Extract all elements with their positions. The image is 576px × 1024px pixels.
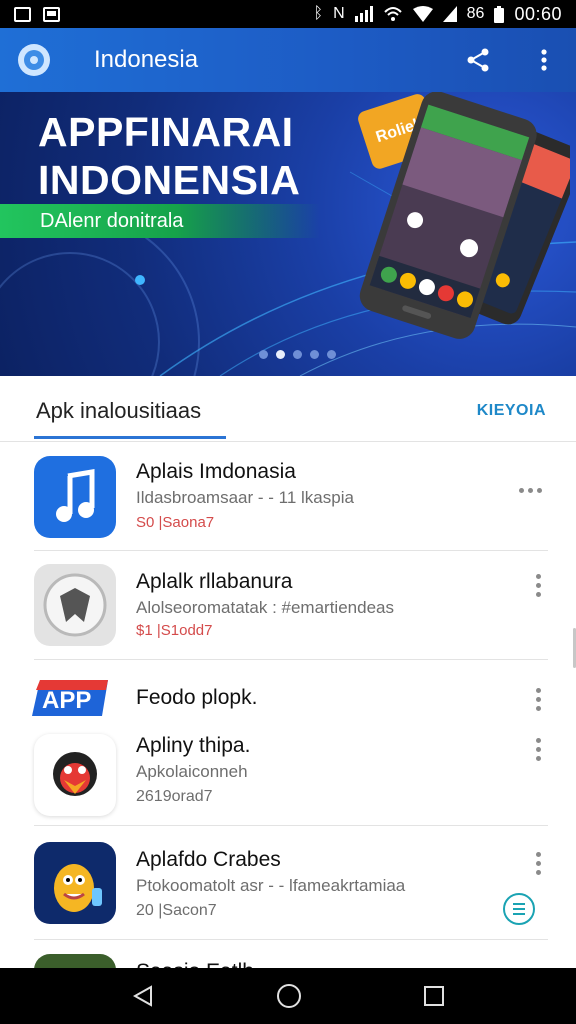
screenshot-notification-icon	[14, 6, 31, 22]
list-item[interactable]: Aplalk rllabanura Alolseoromatatak : #em…	[0, 552, 576, 660]
compass-logo-icon[interactable]	[18, 44, 50, 76]
more-vert-icon[interactable]	[532, 738, 544, 761]
app-meta: S0 |Saona7	[136, 514, 215, 531]
cell-signal-icon	[442, 6, 457, 22]
more-vert-icon[interactable]	[532, 852, 544, 875]
more-vert-icon	[541, 49, 547, 71]
list-item[interactable]: Aplafdo Crabes Ptokoomatolt asr - - lfam…	[0, 826, 576, 940]
app-name: Aplais Imdonasia	[136, 460, 296, 483]
image-notification-icon	[43, 6, 60, 22]
list-item[interactable]: Saasio Eatlh	[0, 940, 576, 968]
banner-title-line2: INDONENSIA	[38, 157, 301, 203]
bluetooth-icon: ᛒ	[313, 5, 324, 22]
list-item[interactable]: Aplais Imdonasia Ildasbroamsaar - - 11 l…	[0, 442, 576, 552]
app-subtitle: Apkolaiconneh	[136, 762, 248, 781]
banner-strip: DAlenr donitrala	[0, 204, 320, 238]
carousel-dot[interactable]	[309, 350, 319, 359]
section-action-link[interactable]: KIEYOIA	[477, 402, 546, 420]
recent-square-icon[interactable]	[423, 985, 445, 1007]
clock: 00:60	[514, 3, 562, 24]
more-horiz-icon[interactable]	[519, 488, 542, 493]
app-name: Saasio Eatlh	[136, 960, 254, 968]
app-subtitle: Ildasbroamsaar - - 11 lkaspia	[136, 488, 354, 507]
app-icon	[34, 954, 116, 968]
share-button[interactable]	[464, 46, 492, 74]
app-name: Apliny thipa.	[136, 734, 251, 757]
more-vert-icon[interactable]	[532, 688, 544, 711]
carousel-dot-active[interactable]	[275, 350, 285, 359]
network-label: 86	[466, 5, 485, 22]
signal-bars-icon	[354, 6, 373, 22]
app-bar: Indonesia	[0, 28, 576, 92]
share-icon	[467, 48, 489, 72]
tab-indicator	[34, 436, 226, 439]
carousel-dot[interactable]	[292, 350, 302, 359]
carousel-dot[interactable]	[258, 350, 268, 359]
app-subtitle: Alolseoromatatak : #emartiendeas	[136, 598, 394, 617]
phones-illustration: Roliel	[358, 92, 570, 339]
nfc-icon: N	[333, 5, 345, 22]
list-menu-button[interactable]	[503, 893, 535, 925]
status-bar: ᛒ N 86 00:60	[0, 0, 576, 28]
carousel-dot[interactable]	[326, 350, 336, 359]
app-badge-icon: APP	[32, 676, 112, 716]
app-subtitle: Ptokoomatolt asr - - lfameakrtamiaa	[136, 876, 406, 895]
more-vert-icon[interactable]	[532, 574, 544, 597]
app-bar-title: Indonesia	[94, 46, 199, 73]
list-item[interactable]: APP Feodo plopk.	[0, 660, 576, 720]
app-name: Aplafdo Crabes	[136, 848, 281, 871]
app-meta: 2619orad7	[136, 788, 213, 805]
battery-icon	[494, 5, 505, 23]
svg-text:APP: APP	[42, 687, 91, 714]
app-name: Aplalk rllabanura	[136, 570, 293, 593]
section-header: Apk inalousitiaas KIEYOIA	[0, 376, 576, 442]
wifi-calling-icon	[383, 7, 402, 21]
list-item[interactable]: Apliny thipa. Apkolaiconneh 2619orad7	[0, 720, 576, 826]
app-name: Feodo plopk.	[136, 686, 258, 709]
carousel-indicator[interactable]	[0, 350, 576, 359]
back-triangle-icon[interactable]	[131, 984, 155, 1008]
compass-app-icon	[34, 564, 116, 646]
home-circle-icon[interactable]	[276, 983, 302, 1009]
music-note-icon	[34, 456, 116, 538]
tab-apps[interactable]: Apk inalousitiaas	[36, 398, 201, 424]
promo-banner[interactable]: APPFINARAI INDONENSIA DAlenr donitrala R…	[0, 92, 576, 376]
app-meta: 20 |Sacon7	[136, 902, 217, 919]
bird-app-icon	[34, 734, 116, 816]
divider	[34, 550, 548, 551]
cartoon-app-icon	[34, 842, 116, 924]
app-meta: $1 |S1odd7	[136, 622, 213, 639]
banner-title-line1: APPFINARAI	[38, 109, 294, 155]
wifi-icon	[412, 6, 433, 22]
system-nav-bar	[0, 968, 576, 1024]
overflow-menu-button[interactable]	[530, 46, 558, 74]
banner-title: APPFINARAI INDONENSIA	[38, 108, 300, 204]
